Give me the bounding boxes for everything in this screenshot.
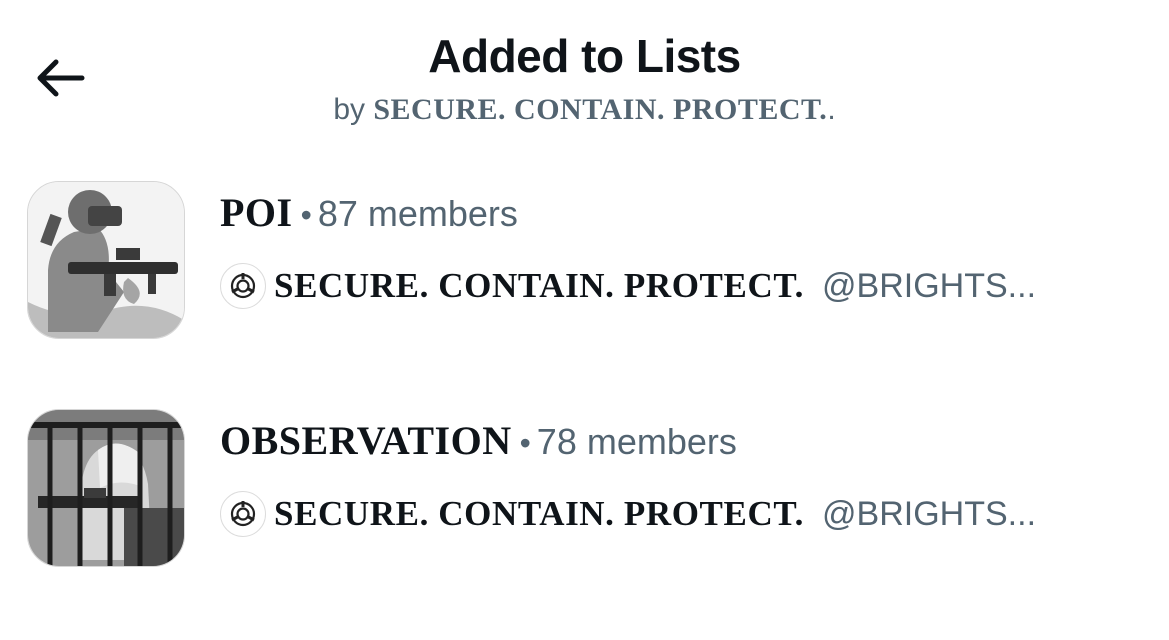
list-name: OBSERVATION	[220, 418, 512, 463]
owner-avatar	[220, 491, 266, 537]
list-avatar	[27, 181, 185, 339]
page-header: Added to Lists by SECURE. CONTAIN. PROTE…	[0, 26, 1169, 130]
owner-avatar	[220, 263, 266, 309]
member-count: 87 members	[317, 193, 518, 234]
separator-dot: •	[519, 425, 531, 461]
owner-handle: @BRIGHTS...	[822, 266, 1037, 305]
scp-logo-icon	[230, 501, 256, 527]
separator-dot: •	[300, 197, 312, 233]
member-count: 78 members	[536, 421, 737, 462]
owner-name: SECURE. CONTAIN. PROTECT.	[274, 266, 805, 305]
owner-link[interactable]: SECURE. CONTAIN. PROTECT.	[373, 93, 827, 126]
page-title: Added to Lists	[428, 30, 741, 82]
list-item[interactable]: OBSERVATION • 78 members SECURE. CONTAIN. …	[27, 409, 1147, 567]
scp-logo-icon	[230, 273, 256, 299]
list-item[interactable]: POI • 87 members SECURE. CONTAIN. PROTECT.…	[27, 181, 1147, 339]
owner-handle: @BRIGHTS...	[822, 494, 1037, 533]
page-subtitle: by SECURE. CONTAIN. PROTECT..	[333, 93, 836, 126]
owner-name: SECURE. CONTAIN. PROTECT.	[274, 494, 805, 533]
list-avatar	[27, 409, 185, 567]
list-name: POI	[220, 190, 293, 235]
by-prefix: by	[333, 93, 366, 126]
